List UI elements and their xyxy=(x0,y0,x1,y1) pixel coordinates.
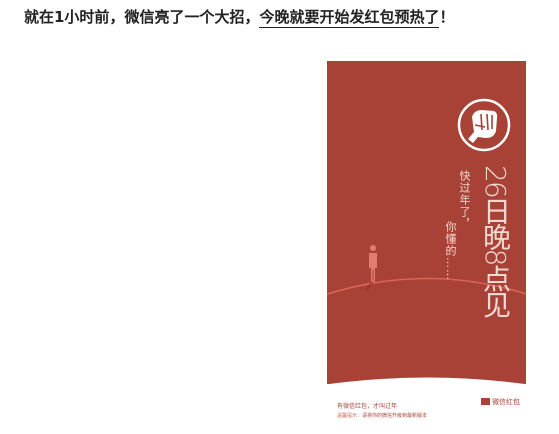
headline-text: 就在1小时前，微信亮了一个大招， xyxy=(24,8,260,26)
headline-end: ！ xyxy=(439,8,455,26)
poster-caption-tip: 温馨提示：请将你的微信升级到最新版本 xyxy=(337,412,427,419)
red-packet-icon xyxy=(481,398,490,405)
person-silhouette-icon xyxy=(365,245,377,290)
poster-caption-slogan: 有微信红包，才叫过年 xyxy=(337,403,398,410)
article-headline: 就在1小时前，微信亮了一个大招，今晚就要开始发红包预热了！ xyxy=(24,6,544,28)
poster-background: 快过年了， 你懂的…… 26日晚8点见 xyxy=(327,61,526,384)
headline-link[interactable]: 今晚就要开始发红包预热了 xyxy=(259,8,440,28)
poster-big-text: 26日晚8点见 xyxy=(479,165,512,317)
tip-label: 温馨提示： xyxy=(337,413,363,419)
brand-logo: 微信红包 xyxy=(481,397,520,407)
poster-subtitle-2: 你懂的…… xyxy=(444,221,457,281)
fist-icon xyxy=(457,98,511,152)
brand-text: 微信红包 xyxy=(492,398,520,406)
poster-image: 快过年了， 你懂的…… 26日晚8点见 有微信红包，才叫过年 温馨提示：请将你的… xyxy=(327,61,526,434)
tip-text: 请将你的微信升级到最新版本 xyxy=(362,413,428,419)
poster-subtitle-1: 快过年了， xyxy=(458,170,471,230)
